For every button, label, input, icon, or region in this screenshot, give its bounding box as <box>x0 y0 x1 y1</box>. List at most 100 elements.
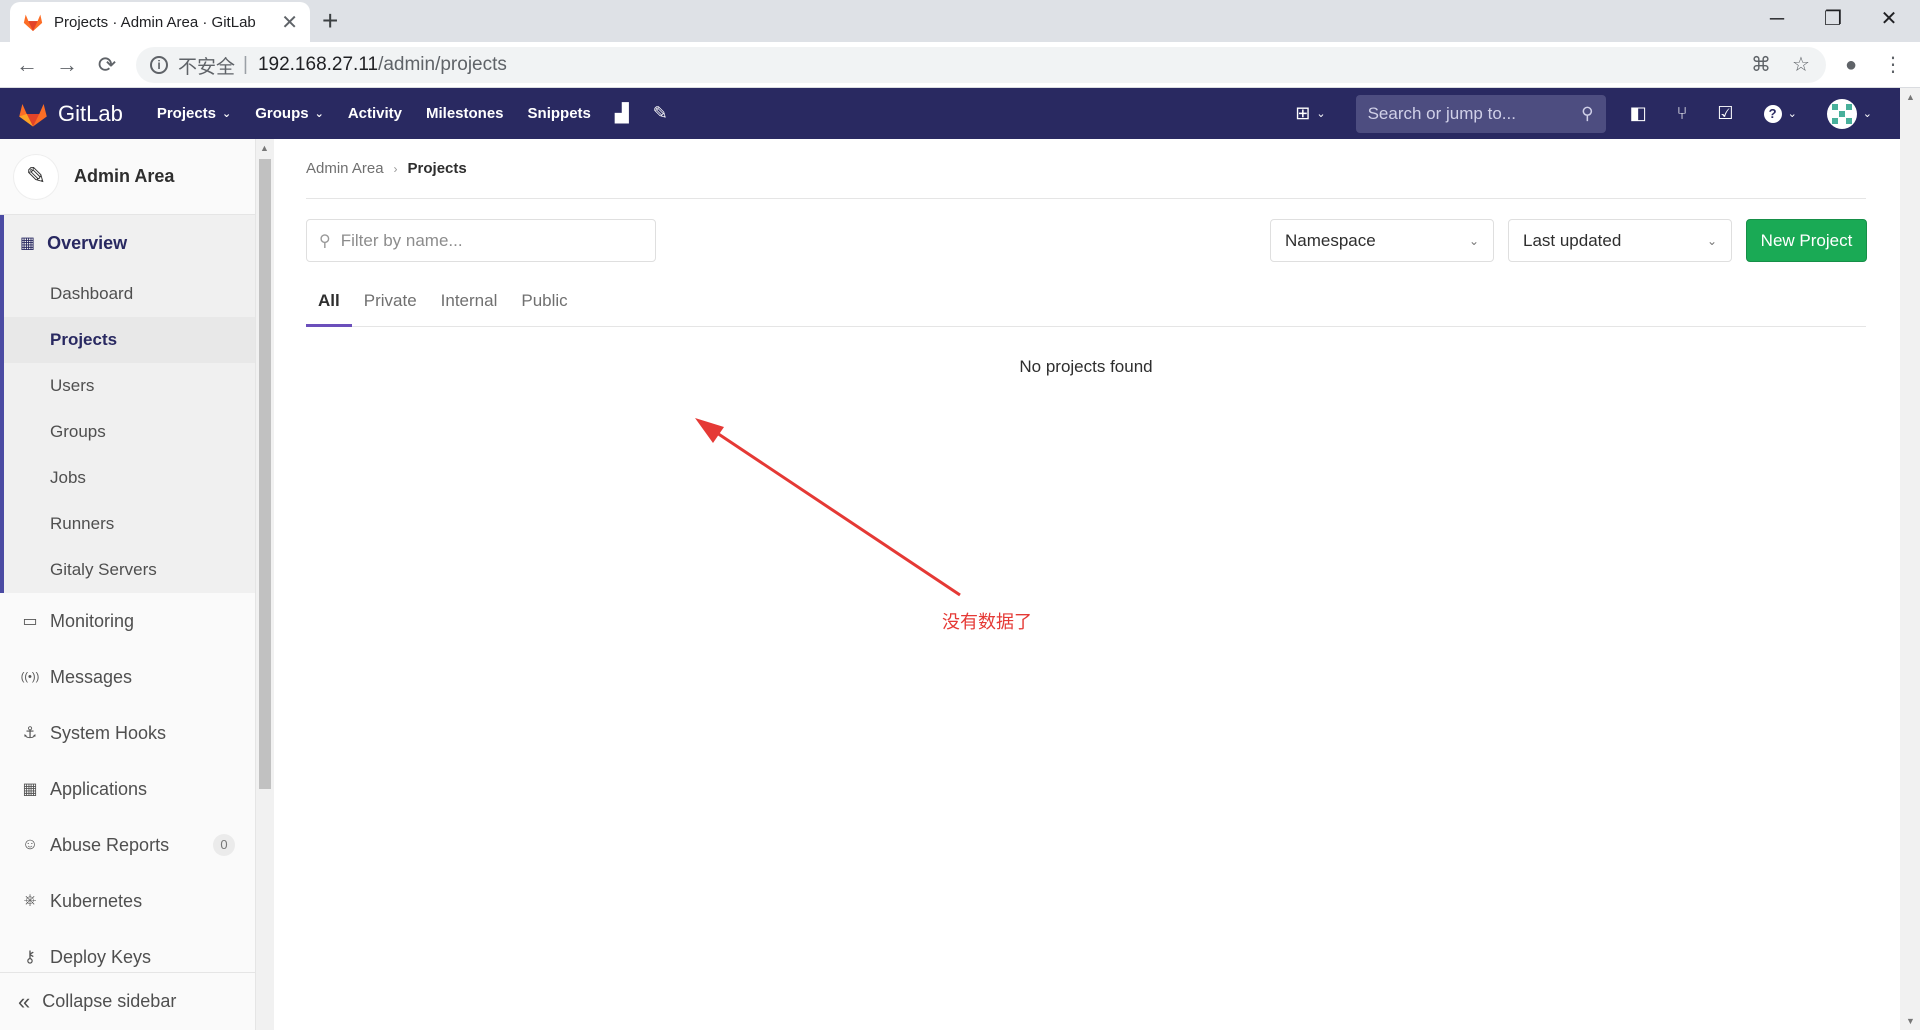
tab-close-icon[interactable]: ✕ <box>281 10 298 35</box>
chevron-down-icon: ⌄ <box>1468 233 1479 248</box>
sidebar-item-label: Abuse Reports <box>50 834 170 855</box>
gitlab-brand: GitLab <box>58 100 123 126</box>
nav-groups[interactable]: Groups ⌄ <box>255 105 324 122</box>
kubernetes-icon: ⎈ <box>23 892 37 909</box>
admin-wrench-icon[interactable]: ✎ <box>653 103 668 124</box>
namespace-dropdown[interactable]: Namespace ⌄ <box>1270 219 1494 262</box>
maximize-button[interactable]: ❐ <box>1806 0 1860 38</box>
browser-tab[interactable]: Projects · Admin Area · GitLab ✕ <box>10 2 310 42</box>
gitlab-favicon-icon <box>23 14 43 32</box>
scroll-down-arrow-icon[interactable]: ▼ <box>1906 1016 1915 1026</box>
filter-by-name-input[interactable]: ⚲ Filter by name... <box>306 219 656 262</box>
browser-menu-icon[interactable]: ⋮ <box>1880 52 1906 78</box>
sidebar-item-applications[interactable]: ▦ Applications <box>0 761 255 817</box>
gitlab-logo[interactable]: GitLab <box>18 100 123 128</box>
visibility-tabs: All Private Internal Public <box>306 277 580 327</box>
reload-button[interactable]: ⟳ <box>92 50 122 80</box>
insecure-label: 不安全 <box>178 56 236 78</box>
nav-milestones[interactable]: Milestones <box>426 105 504 122</box>
sidebar-item-gitaly-servers[interactable]: Gitaly Servers <box>4 547 255 593</box>
browser-tabstrip: Projects · Admin Area · GitLab ✕ + ─ ❐ ✕ <box>0 0 1920 42</box>
sidebar-item-label: Kubernetes <box>50 890 143 911</box>
tab-public[interactable]: Public <box>509 277 579 327</box>
sidebar-overview-group: ▦ Overview Dashboard Projects Users Grou… <box>0 215 255 593</box>
issues-icon[interactable]: ◧ <box>1630 103 1647 124</box>
browser-toolbar: ← → ⟳ i 不安全 | 192.168.27.11 /admin/proje… <box>0 42 1920 88</box>
sidebar-item-label: System Hooks <box>50 722 167 743</box>
new-tab-button[interactable]: + <box>322 6 338 36</box>
sidebar-item-abuse-reports[interactable]: ☺ Abuse Reports 0 <box>0 817 255 873</box>
sort-dropdown[interactable]: Last updated ⌄ <box>1508 219 1732 262</box>
annotation-arrow-shaft <box>704 423 961 597</box>
minimize-button[interactable]: ─ <box>1750 0 1804 38</box>
sidebar-item-label: Applications <box>50 778 148 799</box>
merge-requests-icon[interactable]: ⑂ <box>1677 103 1688 124</box>
help-icon: ? <box>1763 104 1782 123</box>
url-path: /admin/projects <box>378 54 507 75</box>
close-window-button[interactable]: ✕ <box>1862 0 1916 38</box>
sidebar-item-groups[interactable]: Groups <box>4 409 255 455</box>
breadcrumb: Admin Area › Projects <box>306 139 1866 199</box>
bookmark-star-icon[interactable]: ☆ <box>1788 52 1814 78</box>
empty-state-message: No projects found <box>1019 357 1153 376</box>
tab-all[interactable]: All <box>306 277 352 327</box>
address-bar[interactable]: i 不安全 | 192.168.27.11 /admin/projects <box>136 47 1826 83</box>
user-menu[interactable]: ⌄ <box>1826 98 1872 129</box>
scroll-up-arrow-icon[interactable]: ▲ <box>260 143 269 153</box>
translate-icon[interactable]: ⌘ <box>1748 52 1774 78</box>
sidebar-item-system-hooks[interactable]: ⚓ System Hooks <box>0 705 255 761</box>
search-icon: ⚲ <box>1581 103 1594 123</box>
todos-icon[interactable]: ☑ <box>1717 103 1733 124</box>
gitlab-tanuki-icon <box>19 103 47 126</box>
sidebar-item-projects[interactable]: Projects <box>4 317 255 363</box>
sidebar-item-users[interactable]: Users <box>4 363 255 409</box>
sort-dropdown-value: Last updated <box>1523 230 1622 250</box>
scroll-up-arrow-icon[interactable]: ▲ <box>1906 92 1915 102</box>
analytics-chart-icon[interactable]: ▟ <box>615 103 629 124</box>
sidebar-item-overview[interactable]: ▦ Overview <box>4 215 255 271</box>
tab-private[interactable]: Private <box>352 277 429 327</box>
chevron-down-icon: ⌄ <box>1316 108 1326 120</box>
nav-activity[interactable]: Activity <box>348 105 402 122</box>
header-right: ⊞ ⌄ Search or jump to... ⚲ ◧ ⑂ ☑ ? ⌄ ⌄ <box>1295 88 1900 139</box>
sidebar-context-header[interactable]: ✎ Admin Area <box>0 139 255 215</box>
new-project-button[interactable]: New Project <box>1746 219 1867 262</box>
profile-icon[interactable]: ● <box>1838 52 1864 78</box>
breadcrumb-projects[interactable]: Projects <box>408 160 467 177</box>
projects-controls: ⚲ Filter by name... Namespace ⌄ Last upd… <box>306 199 1867 327</box>
sidebar-item-kubernetes[interactable]: ⎈ Kubernetes <box>0 873 255 929</box>
sidebar-item-monitoring[interactable]: ▭ Monitoring <box>0 593 255 649</box>
chevron-down-icon: ⌄ <box>1706 233 1717 248</box>
nav-projects[interactable]: Projects ⌄ <box>157 105 231 122</box>
main-content: Admin Area › Projects ⚲ Filter by name..… <box>306 139 1867 377</box>
sidebar-context-title: Admin Area <box>74 166 175 186</box>
sidebar-item-jobs[interactable]: Jobs <box>4 455 255 501</box>
new-dropdown-button[interactable]: ⊞ ⌄ <box>1295 103 1325 124</box>
url-host: 192.168.27.11 <box>257 54 379 75</box>
chevron-down-icon: ⌄ <box>314 108 324 120</box>
back-button[interactable]: ← <box>12 50 42 80</box>
help-dropdown[interactable]: ? ⌄ <box>1763 104 1797 123</box>
breadcrumb-chevron-icon: › <box>393 161 398 176</box>
sidebar-item-dashboard[interactable]: Dashboard <box>4 271 255 317</box>
sidebar-scrollbar-thumb[interactable] <box>259 159 271 789</box>
forward-button[interactable]: → <box>52 50 82 80</box>
page-scrollbar[interactable]: ▲ ▼ <box>1900 88 1920 1030</box>
sidebar-item-messages[interactable]: ((•)) Messages <box>0 649 255 705</box>
admin-sidebar: ✎ Admin Area ▦ Overview Dashboard Projec… <box>0 139 256 1030</box>
annotation-label: 没有数据了 <box>942 612 1032 633</box>
sidebar-scrollbar[interactable]: ▲ <box>256 139 274 1030</box>
overview-grid-icon: ▦ <box>20 235 36 252</box>
key-icon: ⚷ <box>24 949 36 966</box>
breadcrumb-admin-area[interactable]: Admin Area <box>306 160 384 177</box>
tab-internal[interactable]: Internal <box>429 277 510 327</box>
plus-square-icon: ⊞ <box>1295 103 1311 123</box>
collapse-sidebar-button[interactable]: « Collapse sidebar <box>0 972 255 1030</box>
site-info-icon[interactable]: i <box>150 56 168 74</box>
nav-snippets[interactable]: Snippets <box>528 105 591 122</box>
sidebar-item-runners[interactable]: Runners <box>4 501 255 547</box>
nav-groups-label: Groups <box>255 105 309 122</box>
search-icon: ⚲ <box>319 232 331 250</box>
search-input[interactable]: Search or jump to... ⚲ <box>1355 94 1606 133</box>
collapse-sidebar-label: Collapse sidebar <box>42 991 177 1011</box>
